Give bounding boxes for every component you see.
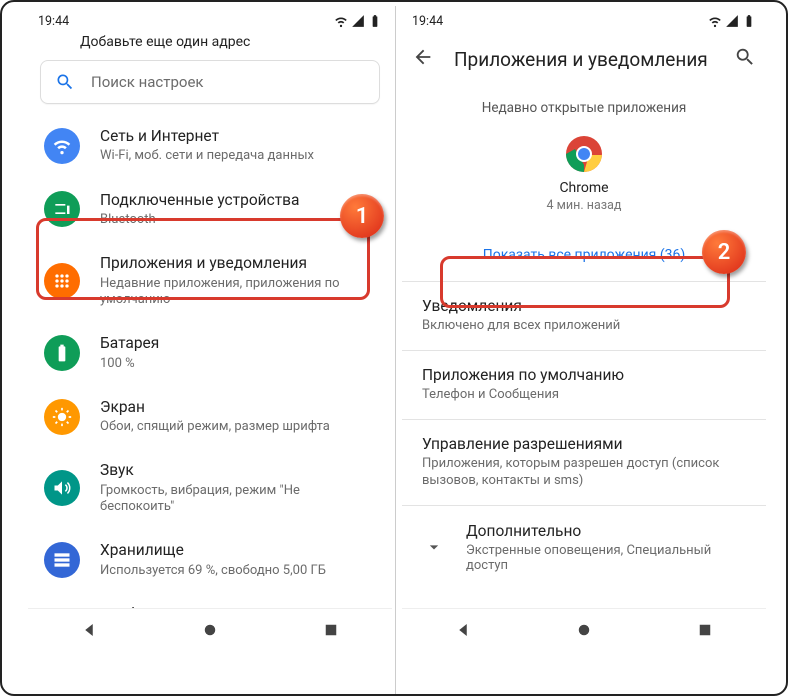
display-icon <box>44 399 80 435</box>
recent-app-chrome[interactable]: Chrome 4 мин. назад <box>402 130 766 231</box>
item-title: Управление разрешениями <box>422 435 746 453</box>
chevron-down-icon <box>424 537 444 557</box>
item-sub: Экстренные оповещения, Специальный досту… <box>466 543 746 573</box>
battery-icon <box>368 14 382 28</box>
battery-icon <box>44 335 80 371</box>
chrome-icon <box>566 136 602 172</box>
item-sub: 100 % <box>100 356 159 372</box>
item-title: Подключенные устройства <box>100 191 299 210</box>
item-display[interactable]: Экран Обои, спящий режим, размер шрифта <box>28 385 392 449</box>
callout-2: 2 <box>702 230 746 274</box>
sound-icon <box>44 470 80 506</box>
search-icon <box>55 72 75 92</box>
item-sub: Используется 69 %, свободно 5,00 ГБ <box>100 563 326 579</box>
search-button[interactable] <box>734 46 756 72</box>
item-title: Сеть и Интернет <box>100 127 314 146</box>
item-battery[interactable]: Батарея 100 % <box>28 321 392 385</box>
nav-recent-icon[interactable] <box>322 621 340 639</box>
wifi-icon <box>708 14 722 28</box>
item-title: Батарея <box>100 334 159 353</box>
status-time: 19:44 <box>412 14 443 29</box>
nav-recent-icon[interactable] <box>696 621 714 639</box>
item-title: Дополнительно <box>466 522 746 540</box>
recent-app-name: Chrome <box>559 180 608 196</box>
nav-back-icon[interactable] <box>454 621 472 639</box>
status-icons <box>334 14 382 28</box>
highlight-show-all <box>440 256 730 308</box>
highlight-apps-item <box>36 218 370 300</box>
item-sub: Громкость, вибрация, режим "Не беспокоит… <box>100 483 376 516</box>
divider <box>402 350 766 351</box>
item-title: Экран <box>100 398 330 417</box>
back-button[interactable] <box>412 46 434 72</box>
status-bar: 19:44 <box>402 10 766 32</box>
callout-1: 1 <box>340 194 384 238</box>
nav-bar <box>402 608 766 650</box>
status-time: 19:44 <box>38 14 69 29</box>
recent-apps-heading: Недавно открытые приложения <box>402 82 766 130</box>
search-placeholder: Поиск настроек <box>91 73 204 91</box>
item-sound[interactable]: Звук Громкость, вибрация, режим "Не бесп… <box>28 448 392 528</box>
item-sub: Обои, спящий режим, размер шрифта <box>100 419 330 435</box>
item-default-apps[interactable]: Приложения по умолчанию Телефон и Сообще… <box>402 353 766 417</box>
settings-list[interactable]: Сеть и Интернет Wi-Fi, моб. сети и перед… <box>28 114 392 650</box>
item-sub: Телефон и Сообщения <box>422 387 746 404</box>
divider <box>402 505 766 506</box>
battery-icon <box>742 14 756 28</box>
page-title: Приложения и уведомления <box>454 48 714 71</box>
nav-bar <box>28 608 392 650</box>
storage-icon <box>44 542 80 578</box>
panel-divider <box>395 6 396 694</box>
wifi-icon <box>44 128 80 164</box>
item-sub: Wi-Fi, моб. сети и передача данных <box>100 148 314 164</box>
partial-header: Добавьте еще один адрес <box>28 32 392 54</box>
status-bar: 19:44 <box>28 10 392 32</box>
nav-home-icon[interactable] <box>201 621 219 639</box>
item-title: Звук <box>100 461 376 480</box>
divider <box>402 419 766 420</box>
nav-back-icon[interactable] <box>80 621 98 639</box>
settings-search[interactable]: Поиск настроек <box>40 60 380 104</box>
item-title: Хранилище <box>100 541 326 560</box>
item-sub: Приложения, которым разрешен доступ (спи… <box>422 456 746 490</box>
signal-icon <box>351 14 365 28</box>
item-permissions[interactable]: Управление разрешениями Приложения, кото… <box>402 422 766 503</box>
item-storage[interactable]: Хранилище Используется 69 %, свободно 5,… <box>28 528 392 592</box>
status-icons <box>708 14 756 28</box>
signal-icon <box>725 14 739 28</box>
app-bar: Приложения и уведомления <box>402 32 766 82</box>
item-title: Приложения по умолчанию <box>422 366 746 384</box>
wifi-icon <box>334 14 348 28</box>
settings-screen: 19:44 Добавьте еще один адрес Поиск наст… <box>28 10 392 650</box>
apps-notifications-screen: 19:44 Приложения и уведомления Недавно о… <box>402 10 766 650</box>
item-advanced[interactable]: Дополнительно Экстренные оповещения, Спе… <box>402 508 766 587</box>
nav-home-icon[interactable] <box>575 621 593 639</box>
recent-app-time: 4 мин. назад <box>547 198 622 213</box>
item-sub: Включено для всех приложений <box>422 318 746 335</box>
item-network[interactable]: Сеть и Интернет Wi-Fi, моб. сети и перед… <box>28 114 392 178</box>
